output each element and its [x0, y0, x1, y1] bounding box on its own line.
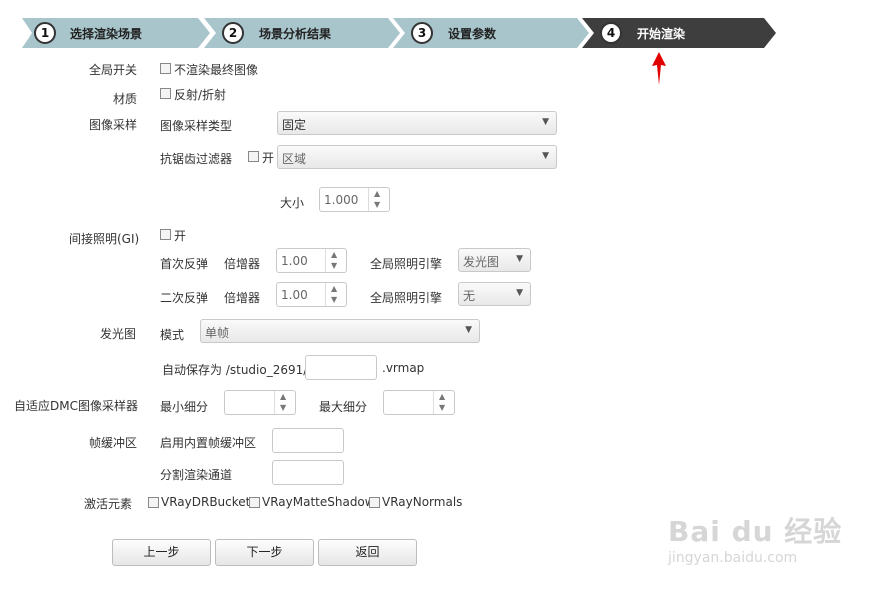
- primary-multiplier-value: 1.00: [281, 254, 308, 268]
- triangle-up-icon[interactable]: ▲: [331, 250, 337, 259]
- min-subdiv-label: 最小细分: [160, 400, 209, 414]
- element-checkbox-vraynormals[interactable]: [369, 497, 380, 508]
- chevron-down-icon: ▼: [516, 254, 523, 264]
- primary-engine-value: 发光图: [463, 255, 500, 269]
- mode-value: 单帧: [205, 326, 230, 340]
- autosave-filename-input[interactable]: [305, 355, 377, 380]
- secondary-engine-select[interactable]: 无 ▼: [458, 282, 531, 306]
- image-sampler-label: 图像采样: [89, 118, 138, 132]
- step-4-number: 4: [600, 22, 622, 44]
- element-label-vraymatteshadow: VRayMatteShadow: [262, 495, 375, 509]
- max-subdiv-label: 最大细分: [319, 400, 368, 414]
- gi-on-label: 开: [174, 229, 187, 243]
- triangle-down-icon[interactable]: ▼: [374, 200, 380, 209]
- step-1[interactable]: 1 选择渲染场景: [22, 18, 210, 48]
- chevron-down-icon: ▼: [542, 117, 549, 127]
- primary-multiplier-label: 倍增器: [224, 257, 261, 271]
- aa-filter-on-label: 开: [262, 151, 275, 165]
- primary-engine-select[interactable]: 发光图 ▼: [458, 248, 531, 272]
- chevron-down-icon: ▼: [465, 325, 472, 335]
- chevron-down-icon: ▼: [542, 151, 549, 161]
- triangle-up-icon[interactable]: ▲: [280, 392, 286, 401]
- size-stepper[interactable]: 1.000 ▲ ▼: [319, 187, 390, 212]
- dmc-label: 自适应DMC图像采样器: [14, 399, 138, 413]
- mode-label: 模式: [160, 328, 185, 342]
- element-checkbox-vraydrbucket[interactable]: [148, 497, 159, 508]
- framebuffer-label: 帧缓冲区: [89, 436, 138, 450]
- element-label-vraynormals: VRayNormals: [382, 495, 463, 509]
- max-subdiv-buttons[interactable]: ▲ ▼: [433, 391, 454, 414]
- triangle-up-icon[interactable]: ▲: [331, 284, 337, 293]
- global-switch-label: 全局开关: [89, 63, 138, 77]
- reflection-refraction-checkbox[interactable]: [160, 88, 171, 99]
- secondary-multiplier-stepper[interactable]: 1.00 ▲ ▼: [276, 282, 347, 307]
- no-final-image-label: 不渲染最终图像: [174, 63, 259, 77]
- aa-filter-on-checkbox[interactable]: [248, 151, 259, 162]
- prev-button[interactable]: 上一步: [112, 539, 211, 566]
- split-channels-field[interactable]: [272, 460, 344, 485]
- step-1-label: 选择渲染场景: [70, 27, 143, 41]
- triangle-down-icon[interactable]: ▼: [280, 403, 286, 412]
- autosave-suffix: .vrmap: [382, 361, 425, 375]
- step-4[interactable]: 4 开始渲染: [582, 18, 776, 48]
- material-label: 材质: [113, 92, 138, 106]
- reflection-refraction-label: 反射/折射: [174, 88, 227, 102]
- sampler-type-value: 固定: [282, 118, 307, 132]
- min-subdiv-buttons[interactable]: ▲ ▼: [274, 391, 295, 414]
- element-label-vraydrbucket: VRayDRBucket: [161, 495, 251, 509]
- secondary-multiplier-value: 1.00: [281, 288, 308, 302]
- step-1-number: 1: [34, 22, 56, 44]
- triangle-up-icon[interactable]: ▲: [374, 189, 380, 198]
- next-button[interactable]: 下一步: [215, 539, 314, 566]
- autosave-label: 自动保存为 /studio_2691/: [162, 363, 308, 377]
- sampler-type-label: 图像采样类型: [160, 119, 233, 133]
- no-final-image-checkbox[interactable]: [160, 63, 171, 74]
- render-elements-label: 激活元素: [84, 497, 133, 511]
- secondary-multiplier-label: 倍增器: [224, 291, 261, 305]
- step-3-number: 3: [411, 22, 433, 44]
- step-4-label: 开始渲染: [637, 27, 686, 41]
- step-2-number: 2: [222, 22, 244, 44]
- step-2[interactable]: 2 场景分析结果: [204, 18, 400, 48]
- min-subdiv-stepper[interactable]: ▲ ▼: [224, 390, 296, 415]
- primary-multiplier-buttons[interactable]: ▲ ▼: [325, 249, 346, 272]
- gi-label: 间接照明(GI): [69, 232, 140, 246]
- irradiance-label: 发光图: [100, 327, 137, 341]
- triangle-up-icon[interactable]: ▲: [439, 392, 445, 401]
- builtin-framebuffer-field[interactable]: [272, 428, 344, 453]
- split-channels-label: 分割渲染通道: [160, 468, 233, 482]
- primary-engine-label: 全局照明引擎: [370, 257, 443, 271]
- size-value: 1.000: [324, 193, 359, 207]
- pointer-arrow-icon: [652, 52, 666, 85]
- step-3-label: 设置参数: [448, 27, 497, 41]
- back-button[interactable]: 返回: [318, 539, 417, 566]
- chevron-down-icon: ▼: [516, 288, 523, 298]
- triangle-down-icon[interactable]: ▼: [439, 403, 445, 412]
- sampler-type-select[interactable]: 固定 ▼: [277, 111, 557, 135]
- mode-select[interactable]: 单帧 ▼: [200, 319, 480, 343]
- aa-filter-label: 抗锯齿过滤器: [160, 152, 233, 166]
- builtin-framebuffer-label: 启用内置帧缓冲区: [160, 436, 257, 450]
- secondary-engine-value: 无: [463, 289, 476, 303]
- element-checkbox-vraymatteshadow[interactable]: [249, 497, 260, 508]
- gi-on-checkbox[interactable]: [160, 229, 171, 240]
- step-2-label: 场景分析结果: [259, 27, 332, 41]
- size-label: 大小: [280, 196, 305, 210]
- watermark-brand: Bai du 经验: [668, 515, 843, 548]
- aa-filter-select[interactable]: 区域 ▼: [277, 145, 557, 169]
- primary-multiplier-stepper[interactable]: 1.00 ▲ ▼: [276, 248, 347, 273]
- primary-bounce-label: 首次反弹: [160, 257, 209, 271]
- secondary-bounce-label: 二次反弹: [160, 291, 209, 305]
- aa-filter-value: 区域: [282, 152, 307, 166]
- triangle-down-icon[interactable]: ▼: [331, 261, 337, 270]
- step-3[interactable]: 3 设置参数: [393, 18, 589, 48]
- watermark-url: jingyan.baidu.com: [668, 550, 798, 566]
- triangle-down-icon[interactable]: ▼: [331, 295, 337, 304]
- size-stepper-buttons[interactable]: ▲ ▼: [368, 188, 389, 211]
- secondary-engine-label: 全局照明引擎: [370, 291, 443, 305]
- max-subdiv-stepper[interactable]: ▲ ▼: [383, 390, 455, 415]
- secondary-multiplier-buttons[interactable]: ▲ ▼: [325, 283, 346, 306]
